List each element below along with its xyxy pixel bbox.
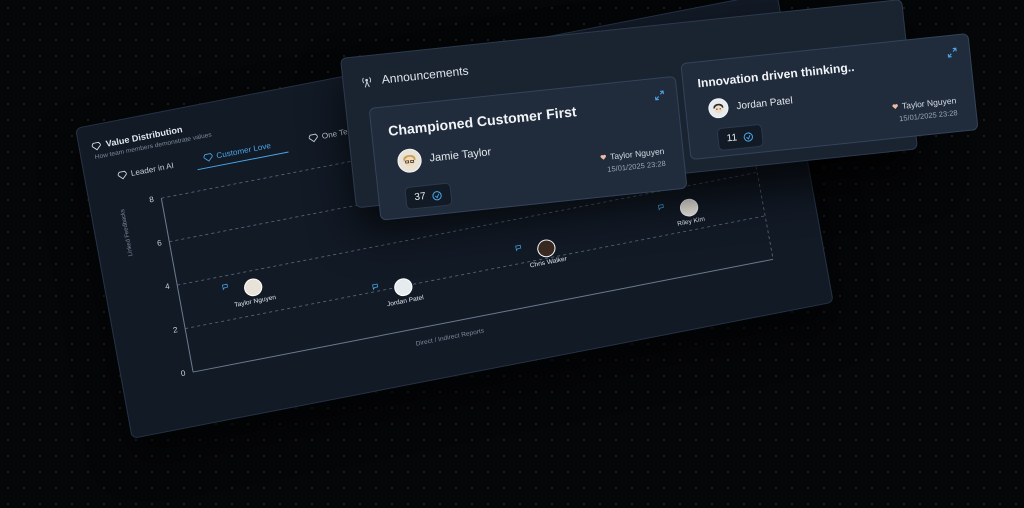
grid-line <box>185 215 766 329</box>
message-icon[interactable] <box>371 283 378 291</box>
clap-icon <box>744 132 754 142</box>
tab-label: Leader in AI <box>130 160 175 178</box>
posted-by: Taylor Nguyen 15/01/2025 23:28 <box>891 95 958 124</box>
gem-icon <box>117 170 128 179</box>
scene: Value Distribution How team members demo… <box>0 0 1024 508</box>
announcement-author: Jamie Taylor <box>396 140 492 174</box>
post-date: 15/01/2025 23:28 <box>898 108 959 124</box>
posted-by: Taylor Nguyen 15/01/2025 23:28 <box>599 146 666 175</box>
announcement-author: Jordan Patel <box>707 91 793 120</box>
gem-icon <box>308 133 319 142</box>
post-date: 15/01/2025 23:28 <box>606 158 667 174</box>
clap-count: 37 <box>413 191 427 204</box>
tab-customer-love[interactable]: Customer Love <box>194 136 289 171</box>
tab-label: Customer Love <box>215 141 272 161</box>
gem-icon <box>91 141 102 150</box>
message-icon[interactable] <box>221 283 228 291</box>
message-icon[interactable] <box>514 244 521 252</box>
y-axis-label: Linked Feedbacks <box>119 208 135 257</box>
heart-icon <box>892 104 898 110</box>
announcement-card[interactable]: Innovation driven thinking.. Jordan Pate… <box>680 32 979 161</box>
avatar <box>535 238 557 259</box>
heart-icon <box>600 154 606 160</box>
author-name: Jordan Patel <box>735 94 794 112</box>
announcements-title: Announcements <box>380 63 470 87</box>
avatar-face-icon <box>397 148 422 173</box>
tab-leader-in-ai[interactable]: Leader in AI <box>115 158 178 186</box>
avatar <box>392 277 414 298</box>
avatar <box>707 97 730 120</box>
avatar <box>396 147 423 174</box>
clap-icon <box>432 191 442 201</box>
avatar <box>677 196 700 218</box>
clap-button[interactable]: 11 <box>716 123 765 152</box>
avatar <box>242 277 264 298</box>
announcements-panel: Announcements Championed Customer First <box>340 0 979 221</box>
avatar-face-icon <box>708 98 729 119</box>
gem-icon <box>202 153 213 162</box>
clap-count: 11 <box>726 132 738 145</box>
announcements-header: Announcements <box>359 64 469 89</box>
announcement-title: Championed Customer First <box>387 103 578 139</box>
expand-icon[interactable] <box>654 90 665 101</box>
message-icon[interactable] <box>657 203 664 211</box>
announcement-title: Innovation driven thinking.. <box>696 60 856 91</box>
clap-button[interactable]: 37 <box>404 182 453 210</box>
expand-icon[interactable] <box>947 47 958 58</box>
author-name: Jamie Taylor <box>428 146 492 165</box>
broadcast-icon <box>362 77 372 88</box>
